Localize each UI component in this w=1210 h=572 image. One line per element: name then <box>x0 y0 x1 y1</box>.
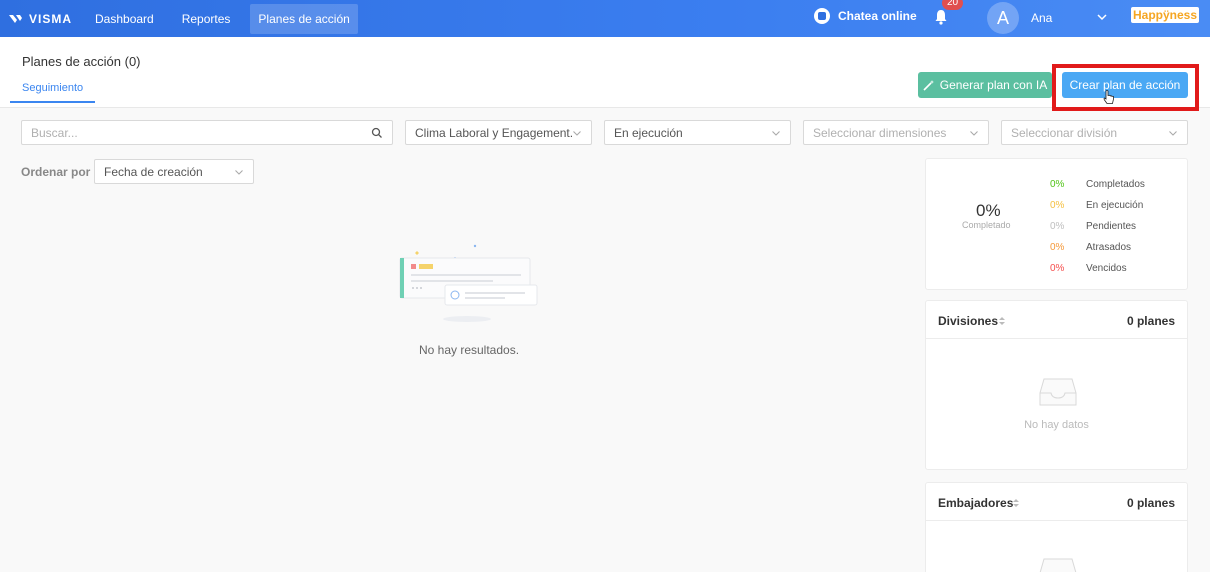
stat-row-pendientes: 0% Pendientes <box>1050 221 1136 232</box>
search-icon[interactable] <box>371 127 383 139</box>
stat-row-en-ejecucion: 0% En ejecución <box>1050 200 1143 211</box>
happyness-logo: Happÿness <box>1131 7 1200 23</box>
page-header: Planes de acción (0) Seguimiento Generar… <box>0 37 1210 111</box>
stat-label: Vencidos <box>1086 263 1127 274</box>
visma-logo[interactable]: VISMA <box>9 12 89 26</box>
completion-label: Completado <box>962 220 1011 230</box>
chat-label: Chatea online <box>838 9 917 23</box>
stat-label: Pendientes <box>1086 221 1137 232</box>
nav-reportes[interactable]: Reportes <box>174 4 239 34</box>
nav-dashboard[interactable]: Dashboard <box>87 4 162 34</box>
highlight-box <box>1052 64 1199 111</box>
chat-online-button[interactable]: Chatea online <box>814 8 917 24</box>
inbox-icon <box>1039 558 1077 572</box>
chevron-down-icon <box>235 169 243 175</box>
stat-label: En ejecución <box>1086 200 1144 211</box>
magic-wand-icon <box>923 80 934 91</box>
inbox-icon <box>1039 378 1077 406</box>
sort-select[interactable]: Fecha de creación <box>94 159 254 184</box>
sort-icon[interactable] <box>1012 497 1020 509</box>
logo-text: VISMA <box>29 11 73 26</box>
ambassadors-panel: Embajadores 0 planes <box>925 482 1188 572</box>
ambassadors-count: 0 planes <box>1126 496 1175 510</box>
status-select-value: En ejecución <box>614 125 683 140</box>
dimensions-placeholder: Seleccionar dimensiones <box>813 125 947 140</box>
chevron-down-icon <box>970 130 978 136</box>
stat-pct: 0% <box>1050 263 1065 274</box>
sort-label: Ordenar por <box>21 165 91 179</box>
empty-state-text: No hay resultados. <box>418 343 520 357</box>
stat-row-completados: 0% Completados <box>1050 179 1145 190</box>
divisions-title: Divisiones <box>938 314 999 328</box>
divisions-panel-header: Divisiones 0 planes <box>926 301 1187 339</box>
division-select[interactable]: Seleccionar división <box>1001 120 1188 145</box>
stat-label: Completados <box>1086 179 1145 190</box>
stat-pct: 0% <box>1050 242 1065 253</box>
stats-panel: 0% Completado 0% Completados 0% En ejecu… <box>925 158 1188 290</box>
ambassadors-panel-header: Embajadores 0 planes <box>926 483 1187 521</box>
chevron-down-icon <box>573 130 581 136</box>
stat-label: Atrasados <box>1086 242 1132 253</box>
bell-icon[interactable] <box>934 9 948 25</box>
stat-row-vencidos: 0% Vencidos <box>1050 263 1127 274</box>
chevron-down-icon <box>1169 130 1177 136</box>
sort-icon[interactable] <box>998 315 1006 327</box>
username[interactable]: Ana <box>1031 11 1052 25</box>
chat-icon <box>814 8 830 24</box>
search-input[interactable]: Buscar... <box>21 120 393 145</box>
dimensions-select[interactable]: Seleccionar dimensiones <box>803 120 989 145</box>
sort-select-value: Fecha de creación <box>104 164 203 179</box>
stat-row-atrasados: 0% Atrasados <box>1050 242 1131 253</box>
survey-select-value: Clima Laboral y Engagement... <box>415 125 572 140</box>
visma-logo-icon <box>9 14 22 23</box>
generate-plan-ai-button[interactable]: Generar plan con IA <box>918 72 1052 98</box>
divisions-empty-text: No hay datos <box>1024 419 1089 431</box>
status-select[interactable]: En ejecución <box>604 120 791 145</box>
completion-percentage: 0% <box>976 201 1001 220</box>
avatar[interactable]: A <box>987 2 1019 34</box>
chevron-down-icon <box>772 130 780 136</box>
division-placeholder: Seleccionar división <box>1011 125 1118 140</box>
search-placeholder: Buscar... <box>31 125 78 140</box>
stat-pct: 0% <box>1050 221 1065 232</box>
hand-cursor-icon <box>1103 90 1114 104</box>
empty-state-illustration <box>399 244 538 322</box>
ambassadors-title: Embajadores <box>938 496 1014 510</box>
stat-pct: 0% <box>1050 200 1065 211</box>
nav-planes-de-accion[interactable]: Planes de acción <box>250 3 358 34</box>
stat-pct: 0% <box>1050 179 1065 190</box>
chevron-down-icon[interactable] <box>1096 11 1108 23</box>
notification-badge: 20 <box>942 0 964 10</box>
page-title: Planes de acción (0) <box>22 54 141 69</box>
generate-plan-ai-label: Generar plan con IA <box>939 78 1048 92</box>
divisions-panel: Divisiones 0 planes No hay datos <box>925 300 1188 470</box>
divisions-count: 0 planes <box>1126 314 1175 328</box>
top-navbar: VISMA Dashboard Reportes Planes de acció… <box>0 0 1210 37</box>
tab-seguimiento[interactable]: Seguimiento <box>10 78 96 103</box>
survey-select[interactable]: Clima Laboral y Engagement... <box>405 120 592 145</box>
